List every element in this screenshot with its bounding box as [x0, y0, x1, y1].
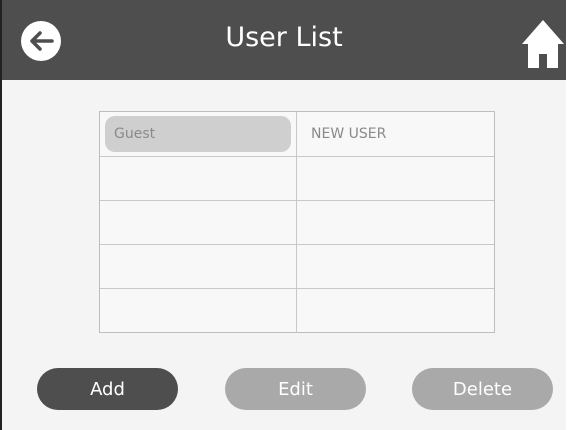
cell-text: Guest — [114, 126, 156, 142]
page-title: User List — [225, 22, 343, 53]
table-cell[interactable] — [297, 201, 494, 245]
table-cell[interactable] — [297, 245, 494, 289]
home-icon — [522, 20, 564, 68]
table-row — [100, 200, 494, 245]
add-button[interactable]: Add — [37, 368, 178, 410]
header-bar: User List — [2, 0, 566, 80]
table-row: Guest NEW USER — [100, 112, 494, 156]
table-cell[interactable] — [100, 245, 297, 289]
user-list-screen: User List Guest NEW USER Add Edit Delete — [0, 0, 566, 430]
edit-button[interactable]: Edit — [225, 368, 366, 410]
table-cell-guest[interactable]: Guest — [100, 112, 297, 156]
table-row — [100, 288, 494, 333]
delete-button[interactable]: Delete — [412, 368, 553, 410]
table-row — [100, 244, 494, 289]
table-cell-new-user[interactable]: NEW USER — [297, 112, 494, 156]
cell-text: NEW USER — [311, 126, 387, 142]
home-button[interactable] — [520, 18, 566, 70]
table-cell[interactable] — [100, 289, 297, 333]
table-cell[interactable] — [100, 157, 297, 201]
table-row — [100, 156, 494, 201]
table-cell[interactable] — [297, 289, 494, 333]
user-table: Guest NEW USER — [99, 111, 495, 333]
table-cell[interactable] — [100, 201, 297, 245]
table-cell[interactable] — [297, 157, 494, 201]
